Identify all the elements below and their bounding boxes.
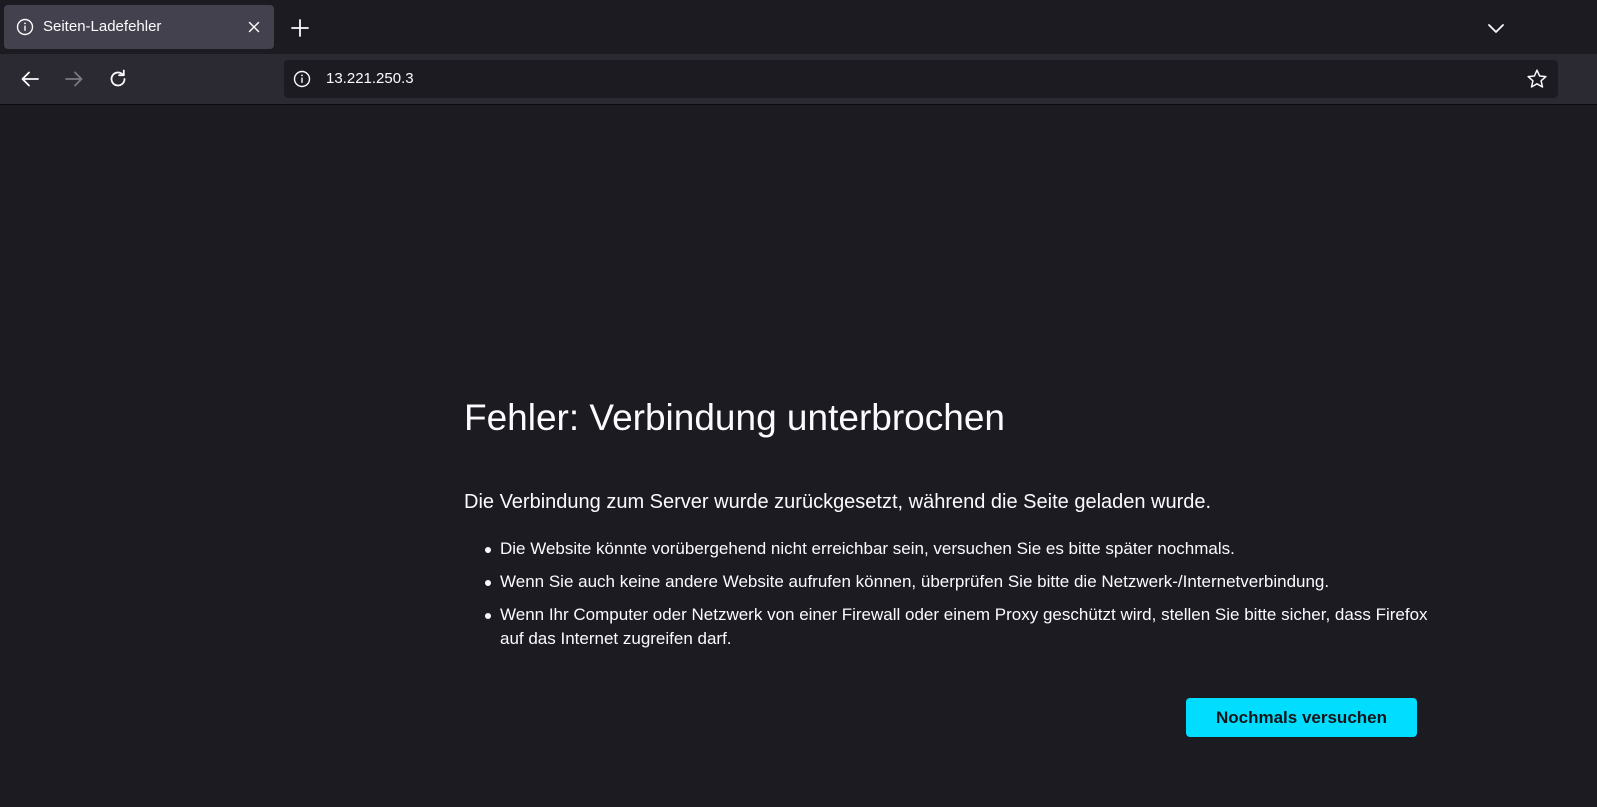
star-icon[interactable] <box>1526 68 1548 90</box>
reload-icon[interactable] <box>105 66 131 92</box>
navigation-toolbar: 13.221.250.3 <box>0 54 1597 105</box>
close-icon[interactable] <box>244 17 264 37</box>
arrow-right-icon[interactable] <box>61 66 87 92</box>
tab-bar: Seiten-Ladefehler <box>0 0 1597 54</box>
error-description: Die Verbindung zum Server wurde zurückge… <box>464 491 1212 513</box>
error-container: Fehler: Verbindung unterbrochen Die Verb… <box>464 395 1428 648</box>
error-suggestions-list: Die Website könnte vorübergehend nicht e… <box>464 537 1430 660</box>
tab-title: Seiten-Ladefehler <box>43 18 162 35</box>
tab-seiten-ladefehler[interactable]: Seiten-Ladefehler <box>4 5 274 49</box>
arrow-left-icon[interactable] <box>17 66 43 92</box>
info-icon <box>16 18 34 36</box>
retry-button[interactable]: Nochmals versuchen <box>1186 698 1417 737</box>
page-content: Fehler: Verbindung unterbrochen Die Verb… <box>0 105 1597 807</box>
error-title: Fehler: Verbindung unterbrochen <box>464 397 1005 438</box>
list-item: Wenn Ihr Computer oder Netzwerk von eine… <box>485 603 1430 651</box>
url-text[interactable]: 13.221.250.3 <box>326 70 414 88</box>
info-icon[interactable] <box>293 70 311 88</box>
url-bar[interactable]: 13.221.250.3 <box>284 60 1558 98</box>
plus-icon[interactable] <box>288 16 312 40</box>
list-item: Wenn Sie auch keine andere Website aufru… <box>485 570 1430 594</box>
list-item: Die Website könnte vorübergehend nicht e… <box>485 537 1430 561</box>
chevron-down-icon[interactable] <box>1484 16 1508 40</box>
